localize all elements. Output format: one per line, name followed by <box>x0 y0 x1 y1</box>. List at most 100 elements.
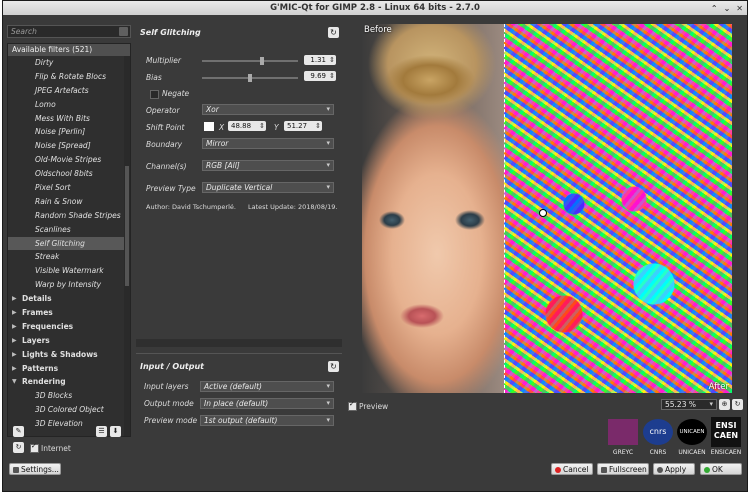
category-item[interactable]: ▶ Frequencies <box>8 320 130 334</box>
multiplier-slider[interactable] <box>202 57 298 65</box>
settings-button[interactable]: Settings... <box>9 463 61 475</box>
category-item[interactable]: ▼ Rendering <box>8 375 130 389</box>
expand-arrow-icon[interactable]: ▶ <box>12 348 17 362</box>
refresh-filters-icon[interactable]: ↻ <box>13 442 24 453</box>
bias-slider[interactable] <box>202 74 298 82</box>
io-reset-icon[interactable]: ↻ <box>328 361 339 372</box>
expand-arrow-icon[interactable]: ▶ <box>12 306 17 320</box>
fullscreen-label: Fullscreen <box>609 465 647 474</box>
fullscreen-button[interactable]: Fullscreen <box>597 463 649 475</box>
multiplier-spinbox[interactable]: 1.31 <box>304 55 336 65</box>
maximize-button[interactable]: ⌄ <box>724 2 731 16</box>
output-mode-select[interactable]: In place (default) <box>200 398 334 409</box>
filter-item[interactable]: Warp by Intensity <box>8 278 130 292</box>
filter-item[interactable]: Noise [Perlin] <box>8 125 130 139</box>
filter-item[interactable]: JPEG Artefacts <box>8 84 130 98</box>
category-item[interactable]: ▶ Lights & Shadows <box>8 348 130 362</box>
input-layers-select[interactable]: Active (default) <box>200 381 334 392</box>
filter-tree[interactable]: Available filters (521) Dirty Flip & Rota… <box>7 43 131 437</box>
params-hscrollbar[interactable] <box>136 339 342 347</box>
reset-params-icon[interactable]: ↻ <box>328 27 339 38</box>
tree-scrollbar-thumb[interactable] <box>125 166 129 286</box>
tree-scrollbar[interactable] <box>124 56 130 436</box>
preview-checkbox[interactable]: ✓ <box>348 400 357 411</box>
internet-checkbox[interactable]: ✓ <box>30 442 39 453</box>
preview-before-image <box>362 24 504 393</box>
negate-checkbox[interactable] <box>150 90 159 99</box>
after-label: After <box>708 382 729 392</box>
preview-area[interactable]: Before After <box>362 24 732 393</box>
apply-button[interactable]: Apply <box>653 463 695 475</box>
import-button[interactable]: ⬇ <box>110 426 121 437</box>
boundary-select[interactable]: Mirror <box>202 138 334 149</box>
preview-mode-select[interactable]: 1st output (default) <box>200 415 334 426</box>
ok-icon <box>704 467 710 473</box>
expand-arrow-icon[interactable]: ▶ <box>12 292 17 306</box>
multiplier-knob[interactable] <box>260 57 264 65</box>
shift-y-label: Y <box>274 123 279 132</box>
preview-type-select[interactable]: Duplicate Vertical <box>202 182 334 193</box>
channels-select[interactable]: RGB [All] <box>202 160 334 171</box>
expand-arrow-icon[interactable]: ▶ <box>12 334 17 348</box>
expand-collapse-button[interactable]: ☰ <box>96 426 107 437</box>
filter-item[interactable]: Lomo <box>8 98 130 112</box>
filter-item[interactable]: 3D Blocks <box>8 389 130 403</box>
search-icon[interactable] <box>119 27 128 36</box>
expand-arrow-icon[interactable]: ▶ <box>12 320 17 334</box>
before-label: Before <box>364 25 392 35</box>
preview-split-line[interactable] <box>504 24 506 393</box>
operator-select[interactable]: Xor <box>202 104 334 115</box>
ensicaen-logo: ENSI CAEN <box>711 417 741 447</box>
shift-y-spinbox[interactable]: 51.27 <box>284 121 322 131</box>
bias-spinbox[interactable]: 9.69 <box>304 71 336 81</box>
filter-item[interactable]: Flip & Rotate Blocs <box>8 70 130 84</box>
multiplier-label: Multiplier <box>146 56 181 65</box>
category-label: Details <box>22 294 52 304</box>
filter-item[interactable]: Pixel Sort <box>8 181 130 195</box>
wrench-icon <box>13 467 19 473</box>
output-mode-label: Output mode <box>144 399 194 408</box>
filter-item[interactable]: Oldschool 8bits <box>8 167 130 181</box>
cnrs-label: CNRS <box>649 449 667 456</box>
ok-button[interactable]: OK <box>700 463 742 475</box>
filter-item[interactable]: Visible Watermark <box>8 264 130 278</box>
zoom-reset-icon[interactable]: ↻ <box>732 399 743 410</box>
title-bar: G'MIC-Qt for GIMP 2.8 - Linux 64 bits - … <box>3 1 747 15</box>
category-label: Frames <box>22 308 53 318</box>
shift-point-label: Shift Point <box>146 123 185 132</box>
filter-item[interactable]: Random Shade Stripes <box>8 209 130 223</box>
channels-label: Channel(s) <box>146 162 187 171</box>
shift-x-spinbox[interactable]: 48.88 <box>228 121 266 131</box>
filter-item[interactable]: Dirty <box>8 56 130 70</box>
greyc-logo <box>608 419 638 445</box>
expand-arrow-icon[interactable]: ▼ <box>12 375 17 389</box>
filter-item-selected[interactable]: Self Glitching <box>8 236 130 251</box>
category-label: Lights & Shadows <box>22 349 98 359</box>
filter-item[interactable]: Old-Movie Stripes <box>8 153 130 167</box>
cancel-button[interactable]: Cancel <box>551 463 593 475</box>
category-item[interactable]: ▶ Details <box>8 292 130 306</box>
category-label: Frequencies <box>22 321 74 331</box>
filter-item[interactable]: Noise [Spread] <box>8 139 130 153</box>
bias-knob[interactable] <box>248 74 252 82</box>
expand-arrow-icon[interactable]: ▶ <box>12 362 17 376</box>
search-input[interactable]: Search <box>7 25 131 38</box>
category-item[interactable]: ▶ Patterns <box>8 362 130 376</box>
close-button[interactable]: ✕ <box>736 2 743 16</box>
filter-item[interactable]: Rain & Snow <box>8 195 130 209</box>
minimize-button[interactable]: ⌃ <box>711 2 718 16</box>
favorite-add-button[interactable]: ✎ <box>13 426 24 437</box>
category-item[interactable]: ▶ Frames <box>8 306 130 320</box>
cancel-label: Cancel <box>563 465 589 474</box>
zoom-in-icon[interactable]: ⊕ <box>719 399 730 410</box>
category-item[interactable]: ▶ Layers <box>8 334 130 348</box>
search-placeholder: Search <box>11 27 37 36</box>
shift-point-handle[interactable] <box>539 209 547 217</box>
operator-label: Operator <box>146 106 180 115</box>
filter-item[interactable]: Mess With Bits <box>8 112 130 126</box>
filter-item[interactable]: Streak <box>8 250 130 264</box>
filter-item[interactable]: Scanlines <box>8 223 130 237</box>
shift-point-color-swatch[interactable] <box>204 122 214 131</box>
filter-item[interactable]: 3D Colored Object <box>8 403 130 417</box>
zoom-select[interactable]: 55.23 % <box>661 399 717 410</box>
